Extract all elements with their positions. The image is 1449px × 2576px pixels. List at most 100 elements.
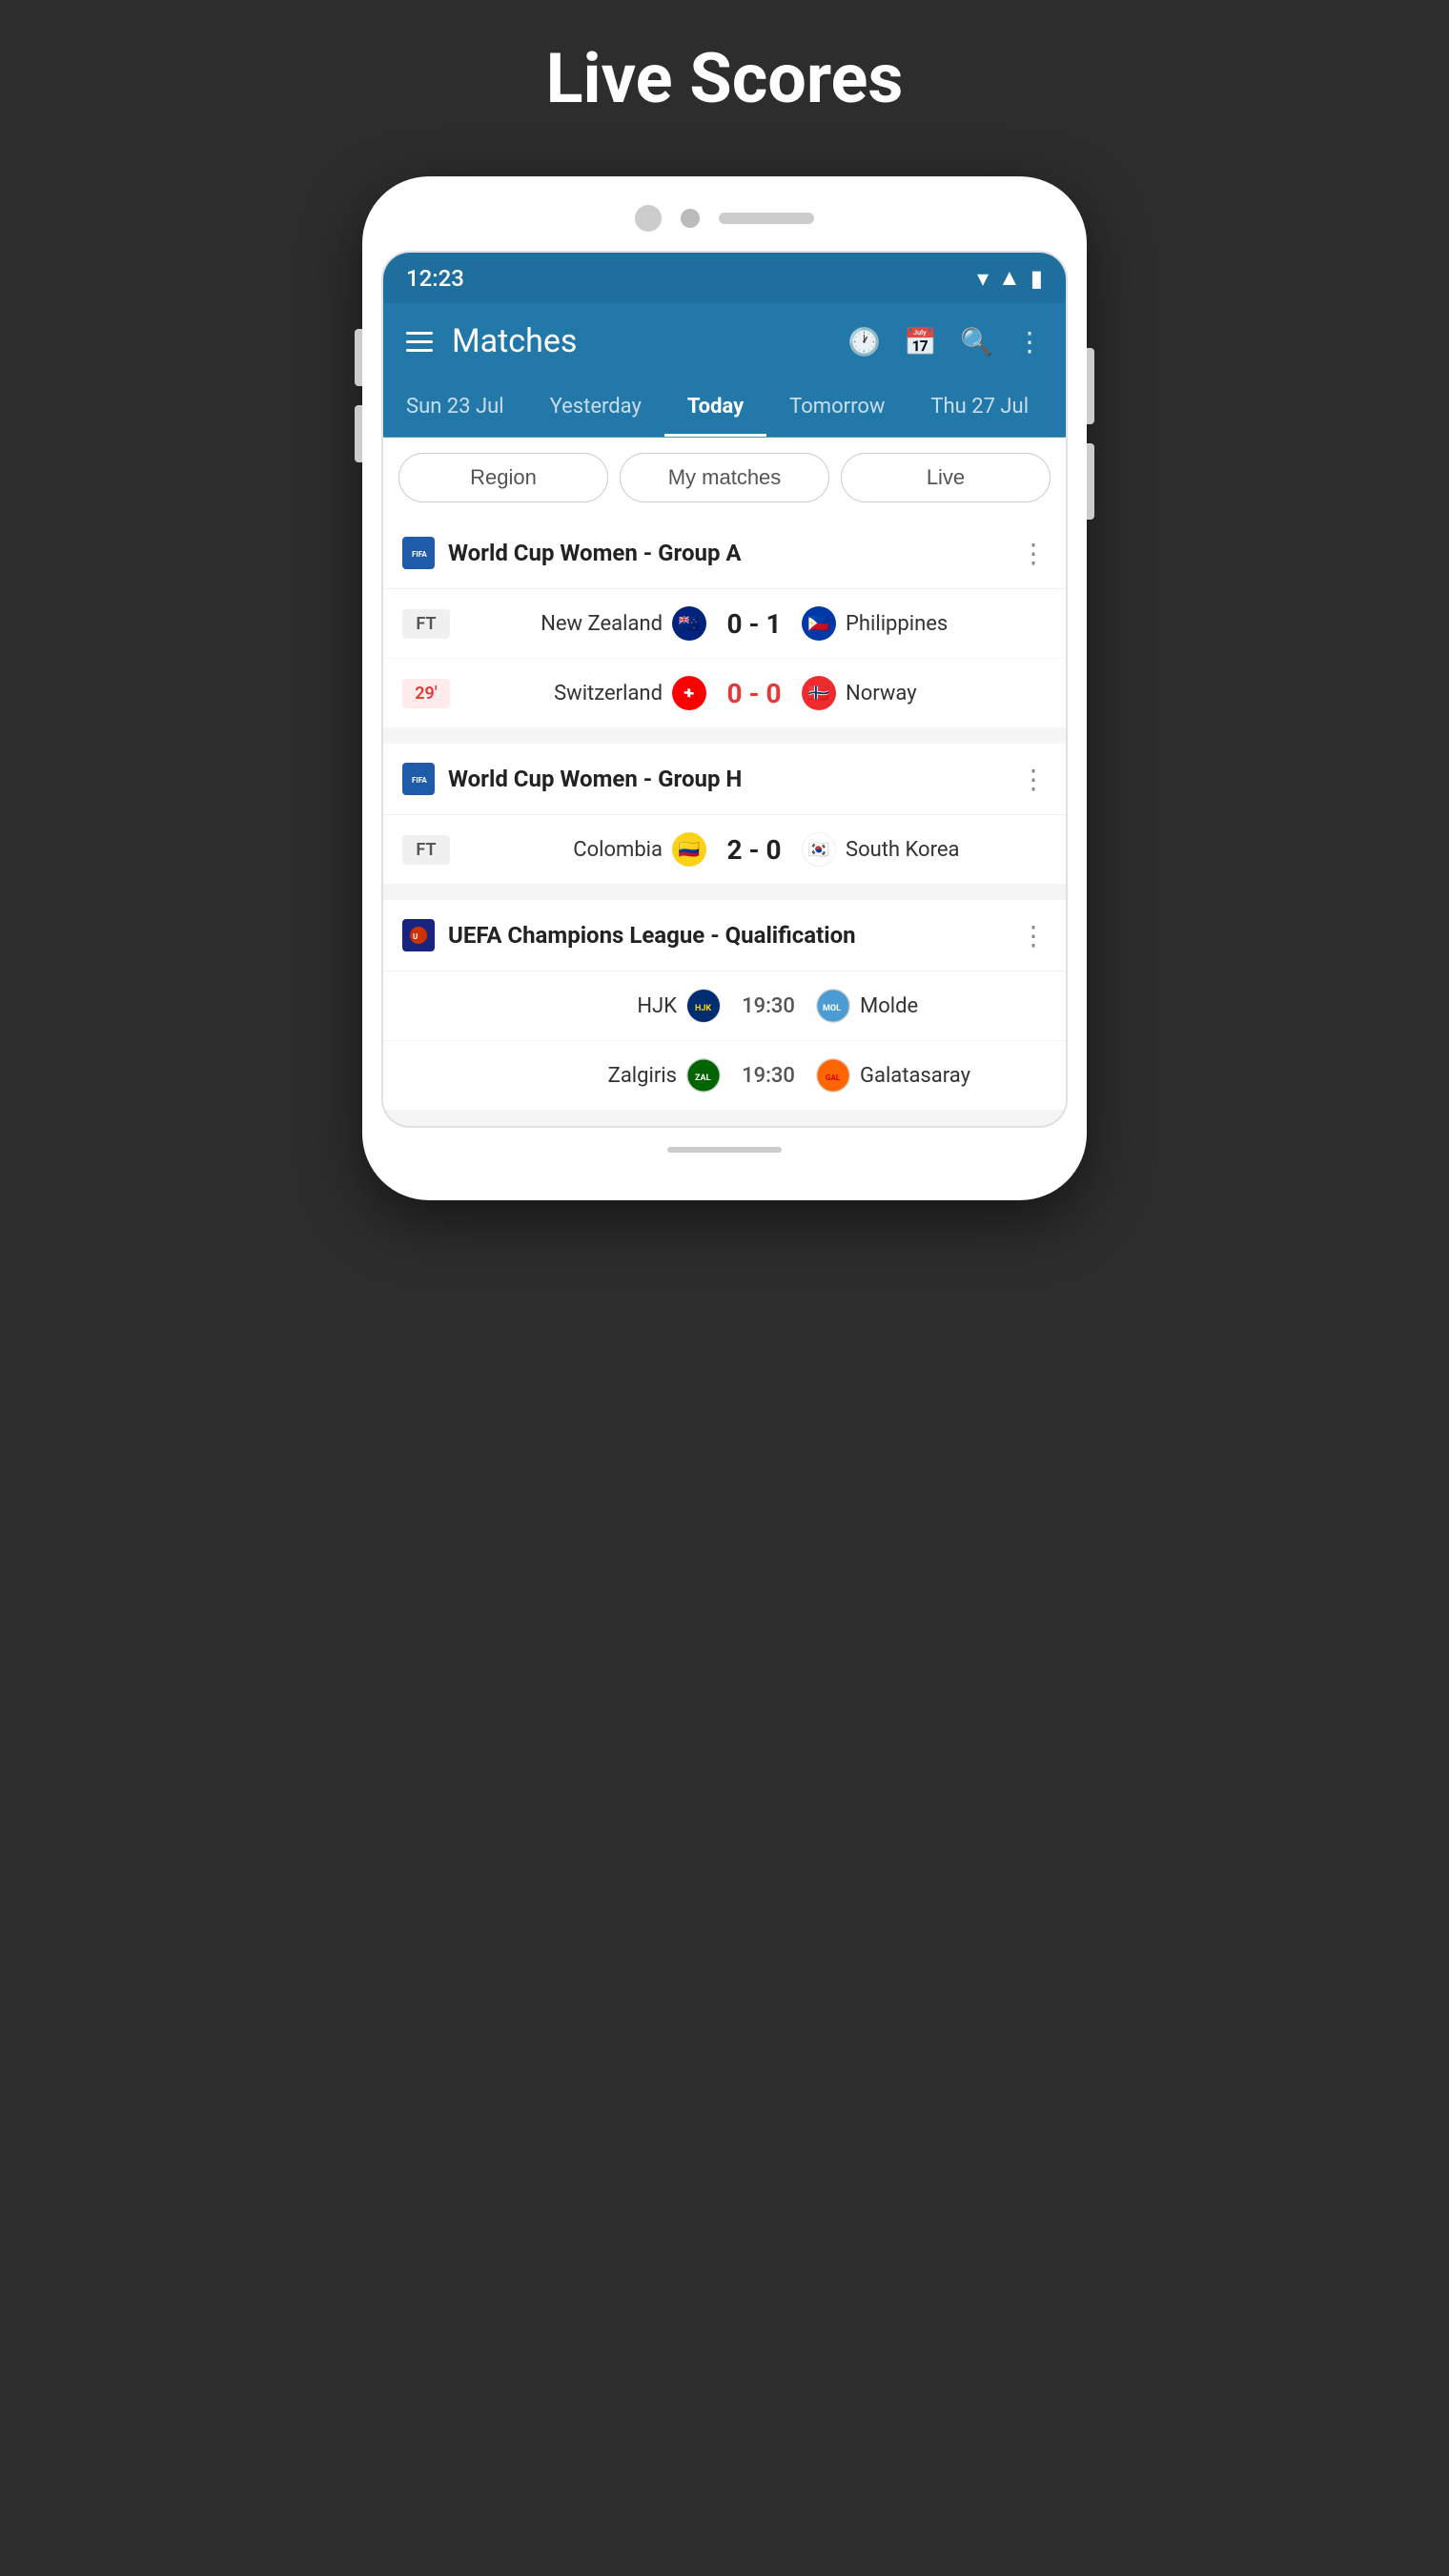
team-flag-ph: 🇵🇭 xyxy=(802,606,836,641)
phone-bottom xyxy=(381,1128,1068,1172)
clock-icon[interactable]: 🕐 xyxy=(847,326,881,358)
club-icon-molde: MOL xyxy=(816,989,850,1023)
phone-top-hardware xyxy=(381,205,1068,232)
signal-icon: ▲ xyxy=(998,264,1021,292)
svg-text:ZAL: ZAL xyxy=(695,1073,711,1083)
svg-text:HJK: HJK xyxy=(695,1004,711,1013)
svg-text:FIFA: FIFA xyxy=(412,550,427,559)
match-section-ucl: U UEFA Champions League - Qualification … xyxy=(383,900,1066,1111)
menu-button[interactable] xyxy=(406,332,433,352)
power-button xyxy=(1087,348,1094,424)
status-icons: ▾ ▲ ▮ xyxy=(977,264,1043,292)
app-header-title: Matches xyxy=(452,322,577,360)
svg-text:GAL: GAL xyxy=(826,1073,841,1082)
calendar-icon[interactable]: 📅 xyxy=(904,326,937,358)
power-button-2 xyxy=(1087,443,1094,520)
team-name-no: Norway xyxy=(846,682,979,705)
date-tabs: Sun 23 Jul Yesterday Today Tomorrow Thu … xyxy=(383,379,1066,438)
search-icon[interactable]: 🔍 xyxy=(960,326,993,358)
team-flag-ch: 🇨🇭 xyxy=(672,676,706,710)
volume-up-button xyxy=(355,329,362,386)
more-options-icon[interactable]: ⋮ xyxy=(1016,326,1043,358)
team-flag-co: 🇨🇴 xyxy=(672,832,706,867)
live-filter[interactable]: Live xyxy=(841,453,1051,502)
phone-screen: 12:23 ▾ ▲ ▮ Matches 🕐 📅 🔍 ⋮ xyxy=(381,251,1068,1128)
status-time: 12:23 xyxy=(406,265,464,292)
score-co-kr: 2 - 0 xyxy=(716,834,792,866)
match-status-ft1: FT xyxy=(402,609,450,639)
team-name-kr: South Korea xyxy=(846,838,979,862)
league-icon-fifa: FIFA xyxy=(402,537,435,569)
match-time-zal-gal-center: 19:30 xyxy=(730,1064,806,1088)
match-section-group-h: FIFA World Cup Women - Group H ⋮ FT Colo… xyxy=(383,744,1066,885)
team-name-hjk: HJK xyxy=(543,994,677,1018)
home-indicator xyxy=(667,1147,782,1153)
league-icon-ucl: U xyxy=(402,919,435,951)
page-title: Live Scores xyxy=(546,38,904,119)
battery-icon: ▮ xyxy=(1031,265,1043,292)
team-flag-nz: 🇳🇿 xyxy=(672,606,706,641)
status-bar: 12:23 ▾ ▲ ▮ xyxy=(383,253,1066,303)
team-name-zalgiris: Zalgiris xyxy=(543,1064,677,1088)
section-more-icon-ucl[interactable]: ⋮ xyxy=(1020,920,1047,951)
svg-text:MOL: MOL xyxy=(823,1004,841,1013)
team-name-molde: Molde xyxy=(860,994,993,1018)
league-name-group-h: World Cup Women - Group H xyxy=(448,766,742,792)
section-header-group-a: FIFA World Cup Women - Group A ⋮ xyxy=(383,518,1066,589)
phone-frame: 12:23 ▾ ▲ ▮ Matches 🕐 📅 🔍 ⋮ xyxy=(362,176,1087,1200)
league-name-group-a: World Cup Women - Group A xyxy=(448,540,742,566)
club-icon-galatasaray: GAL xyxy=(816,1058,850,1093)
front-camera xyxy=(635,205,662,232)
front-sensor xyxy=(681,209,700,228)
section-header-left-ucl: U UEFA Champions League - Qualification xyxy=(402,919,856,951)
team-name-nz: New Zealand xyxy=(529,612,663,636)
match-row[interactable]: FT New Zealand 🇳🇿 0 - 1 🇵🇭 Philippines xyxy=(383,589,1066,659)
date-tab-sun23[interactable]: Sun 23 Jul xyxy=(383,379,527,437)
club-icon-hjk: HJK xyxy=(686,989,721,1023)
match-content-ch-no: Switzerland 🇨🇭 0 - 0 🇳🇴 Norway xyxy=(461,676,1047,710)
date-tab-today[interactable]: Today xyxy=(664,379,766,437)
hamburger-line-1 xyxy=(406,332,433,335)
region-filter[interactable]: Region xyxy=(398,453,608,502)
match-time-hjk-mol-center: 19:30 xyxy=(730,994,806,1018)
match-row[interactable]: 29' Switzerland 🇨🇭 0 - 0 🇳🇴 Norway xyxy=(383,659,1066,728)
filter-pills: Region My matches Live xyxy=(383,438,1066,518)
match-status-live-29: 29' xyxy=(402,679,450,708)
league-icon-fifa-h: FIFA xyxy=(402,763,435,795)
match-row[interactable]: HJK HJK 19:30 MOL Molde xyxy=(383,971,1066,1041)
section-header-ucl: U UEFA Champions League - Qualification … xyxy=(383,900,1066,971)
volume-down-button xyxy=(355,405,362,462)
date-tab-tomorrow[interactable]: Tomorrow xyxy=(766,379,908,437)
team-name-ch: Switzerland xyxy=(529,682,663,705)
club-icon-zalgiris: ZAL xyxy=(686,1058,721,1093)
match-content-zal-gal: Zalgiris ZAL 19:30 GAL Gal xyxy=(490,1058,1047,1093)
section-more-icon-group-a[interactable]: ⋮ xyxy=(1020,538,1047,569)
section-more-icon-group-h[interactable]: ⋮ xyxy=(1020,764,1047,795)
score-nz-ph: 0 - 1 xyxy=(716,608,792,640)
team-name-co: Colombia xyxy=(529,838,663,862)
team-name-ph: Philippines xyxy=(846,612,979,636)
my-matches-filter[interactable]: My matches xyxy=(620,453,829,502)
hamburger-line-3 xyxy=(406,349,433,352)
section-header-group-h: FIFA World Cup Women - Group H ⋮ xyxy=(383,744,1066,815)
match-content-hjk-mol: HJK HJK 19:30 MOL Molde xyxy=(490,989,1047,1023)
team-flag-no: 🇳🇴 xyxy=(802,676,836,710)
match-section-group-a: FIFA World Cup Women - Group A ⋮ FT New … xyxy=(383,518,1066,728)
league-name-ucl: UEFA Champions League - Qualification xyxy=(448,922,856,949)
team-flag-kr: 🇰🇷 xyxy=(802,832,836,867)
date-tab-thu27[interactable]: Thu 27 Jul xyxy=(908,379,1051,437)
section-header-left-group-h: FIFA World Cup Women - Group H xyxy=(402,763,742,795)
svg-text:FIFA: FIFA xyxy=(412,776,427,785)
match-row[interactable]: Zalgiris ZAL 19:30 GAL Gal xyxy=(383,1041,1066,1111)
date-tab-yesterday[interactable]: Yesterday xyxy=(527,379,664,437)
app-header: Matches 🕐 📅 🔍 ⋮ xyxy=(383,303,1066,379)
wifi-icon: ▾ xyxy=(977,265,989,292)
match-status-ft2: FT xyxy=(402,835,450,865)
earpiece-speaker xyxy=(719,213,814,224)
score-ch-no: 0 - 0 xyxy=(716,678,792,709)
header-actions: 🕐 📅 🔍 ⋮ xyxy=(847,326,1043,358)
team-name-galatasaray: Galatasaray xyxy=(860,1064,993,1088)
header-left: Matches xyxy=(406,322,577,360)
match-content-co-kr: Colombia 🇨🇴 2 - 0 🇰🇷 South Korea xyxy=(461,832,1047,867)
match-row[interactable]: FT Colombia 🇨🇴 2 - 0 🇰🇷 South Korea xyxy=(383,815,1066,885)
